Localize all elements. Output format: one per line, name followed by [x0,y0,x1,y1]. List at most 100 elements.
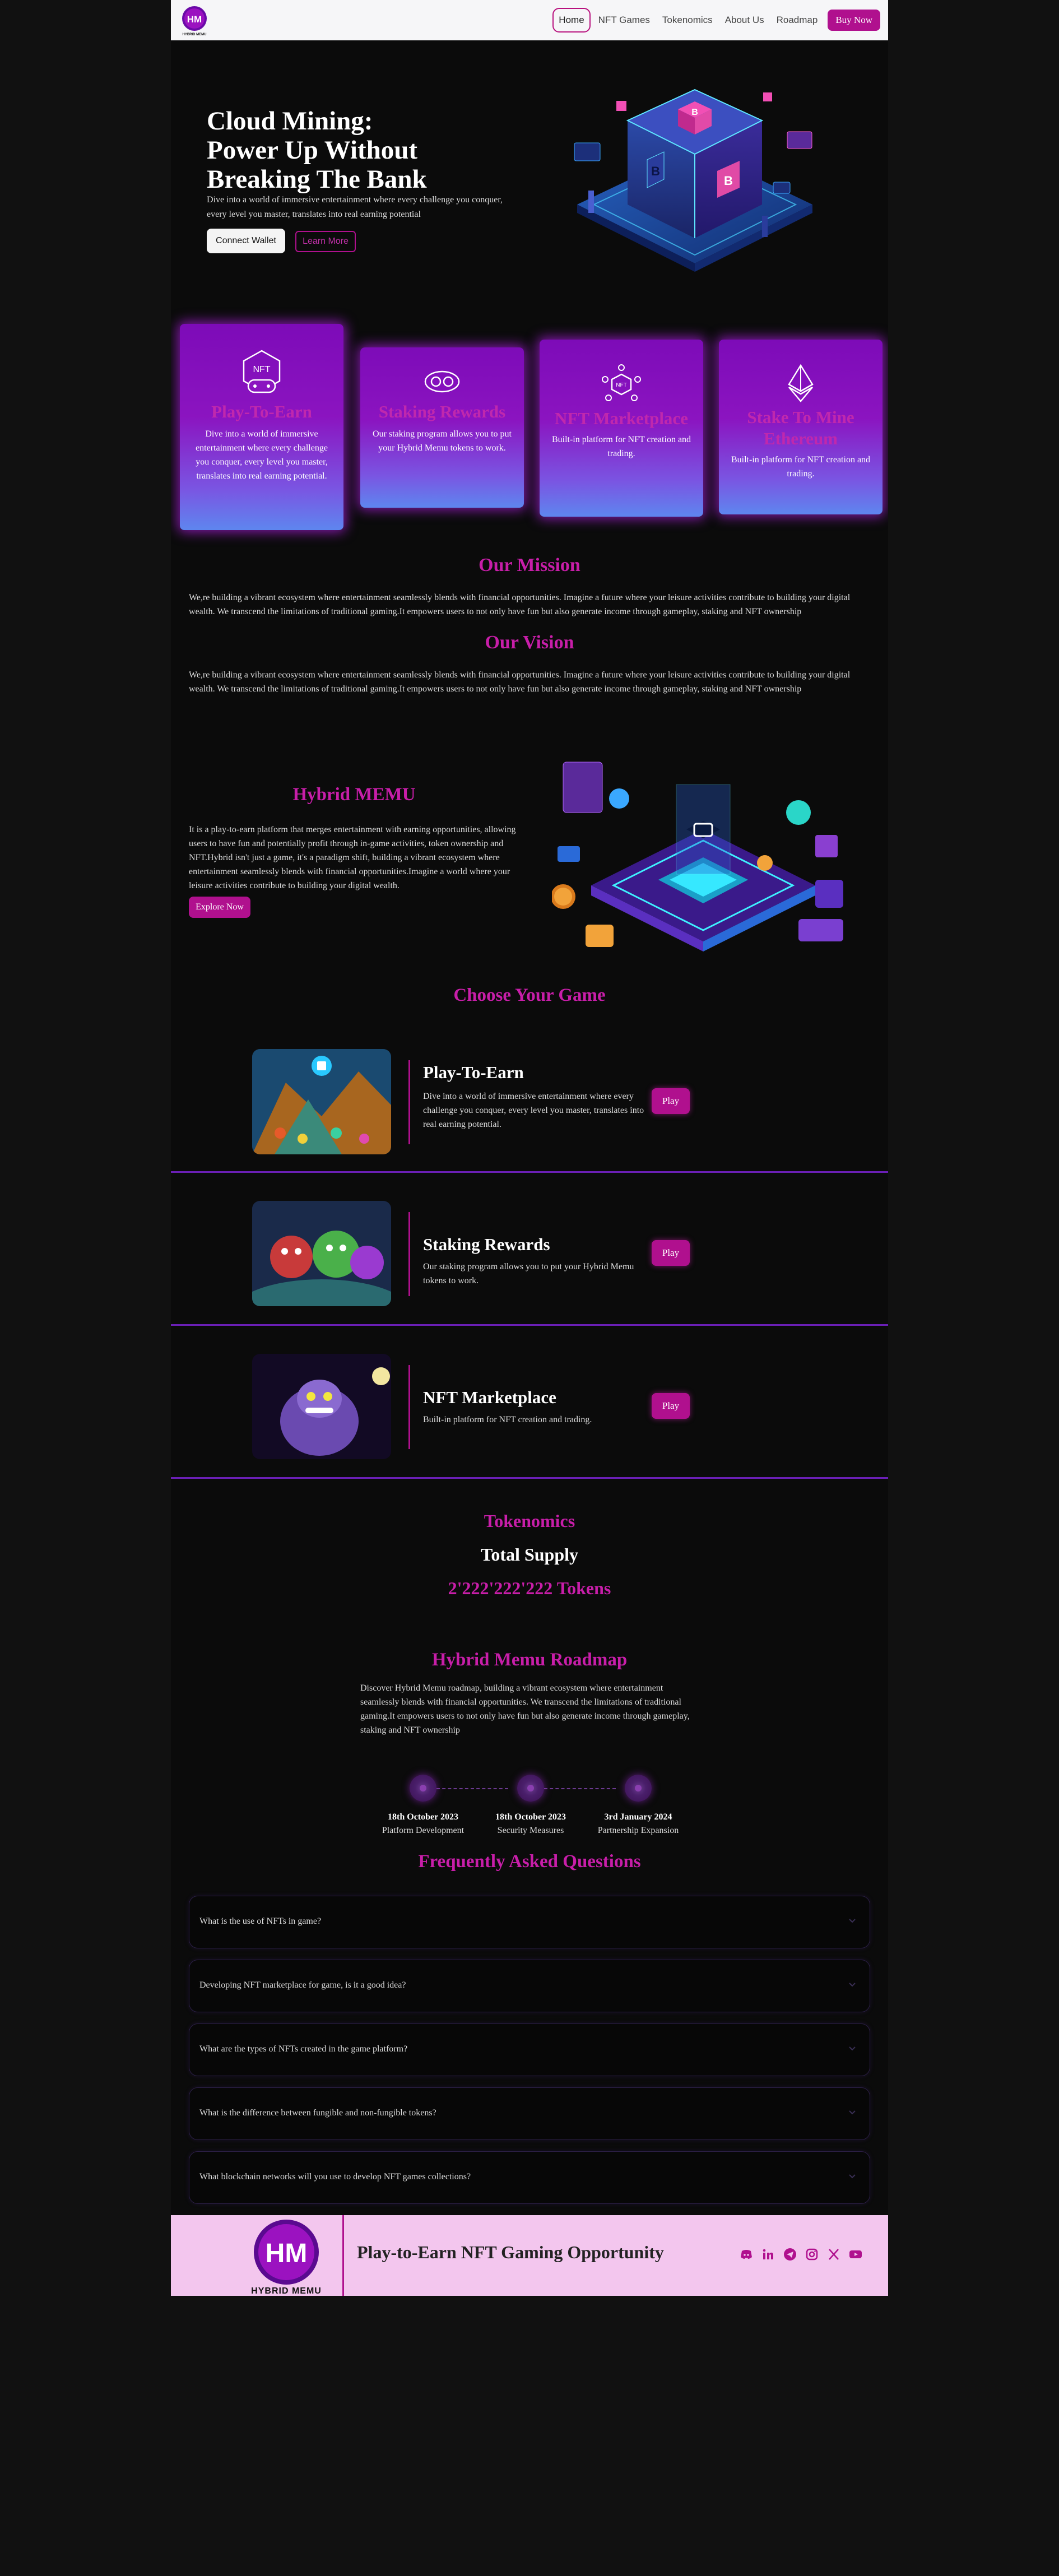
footer: HM HYBRID MEMU Play-to-Earn NFT Gaming O… [171,2215,888,2296]
game-divider [408,1212,410,1296]
chevron-down-icon [849,2046,856,2051]
faq-item[interactable]: Developing NFT marketplace for game, is … [189,1960,870,2012]
game-name: Staking Rewards [423,1234,550,1254]
hybrid-memu-footer-logo[interactable]: HM HYBRID MEMU [241,2218,331,2296]
feature-text: Built-in platform for NFT creation and t… [551,435,691,458]
faq-question: What is the difference between fungible … [199,2108,436,2118]
milestone-date: 3rd January 2024 [604,1812,672,1822]
game-divider [408,1060,410,1144]
youtube-icon[interactable] [849,2248,862,2261]
nav-tokenomics[interactable]: Tokenomics [658,9,717,31]
game-description: Built-in platform for NFT creation and t… [423,1415,592,1424]
connect-wallet-button[interactable]: Connect Wallet [207,229,285,253]
coins-eye-icon [424,370,460,393]
milestone-label: Security Measures [497,1826,564,1835]
total-supply-label: Total Supply [480,1544,579,1565]
hero-description: Dive into a world of immersive entertain… [207,195,503,219]
top-nav: HM HYBRID MEMU Home NFT Games Tokenomics… [171,0,888,40]
game-row-nft-marketplace: NFT Marketplace Built-in platform for NF… [171,1326,888,1479]
game-description: Dive into a world of immersive entertain… [423,1092,644,1129]
roadmap-connector [544,1788,616,1789]
feature-card-staking-rewards[interactable]: Staking Rewards Our staking program allo… [360,347,524,508]
chevron-down-icon [849,2174,856,2179]
roadmap-title: Hybrid Memu Roadmap [431,1650,628,1670]
play-button[interactable]: Play [652,1088,690,1114]
footer-divider [342,2215,344,2296]
hybrid-memu-text: It is a play-to-earn platform that merge… [189,825,516,890]
learn-more-button[interactable]: Learn More [295,231,356,252]
roadmap-milestone-dot [517,1775,544,1802]
x-icon[interactable] [827,2248,840,2261]
faq-title: Frequently Asked Questions [418,1851,641,1872]
hero-mining-cube-illustration: B B B [574,89,812,272]
svg-text:NFT: NFT [616,382,626,388]
nav-links: Home NFT Games Tokenomics About Us Roadm… [552,8,880,33]
svg-text:B: B [691,108,698,117]
svg-text:NFT: NFT [253,365,270,374]
feature-title: Stake To Mine Ethereum [747,407,854,448]
roadmap-milestone-dot [410,1775,436,1802]
hero-title-line: Power Up Without [207,136,418,165]
linkedin-icon[interactable] [761,2248,775,2261]
buy-now-button[interactable]: Buy Now [828,10,880,31]
social-links [740,2248,862,2261]
instagram-icon[interactable] [805,2248,819,2261]
play-button[interactable]: Play [652,1393,690,1419]
feature-title: Play-To-Earn [211,402,312,421]
hybrid-memu-logo[interactable]: HM HYBRID MEMU [180,4,209,37]
hero-title-line: Breaking The Bank [207,165,427,194]
feature-title: Staking Rewards [378,402,506,421]
nav-about-us[interactable]: About Us [721,9,769,31]
svg-text:B: B [651,164,660,178]
feature-card-nft-marketplace[interactable]: NFT NFT Marketplace Built-in platform fo… [540,340,703,517]
total-supply-value: 2'222'222'222 Tokens [448,1578,611,1598]
mission-title: Our Mission [479,555,580,575]
game-name: NFT Marketplace [423,1387,556,1407]
chevron-down-icon [849,1983,856,1987]
site-page: HM HYBRID MEMU Home NFT Games Tokenomics… [171,0,888,2296]
svg-text:HM: HM [187,14,202,25]
discord-icon[interactable] [740,2248,753,2261]
nft-marketplace-game-image [252,1354,391,1459]
hero-title-line: Cloud Mining: [207,106,373,136]
hybrid-memu-title: Hybrid MEMU [292,785,416,805]
feature-card-play-to-earn[interactable]: NFT Play-To-Earn Dive into a world of im… [180,324,343,530]
milestone-label: Partnership Expansion [597,1826,679,1835]
milestone-label: Platform Development [382,1826,465,1835]
feature-text: Our staking program allows you to put yo… [373,429,512,453]
game-description: Our staking program allows you to put yo… [423,1262,634,1285]
game-row-play-to-earn: Play-To-Earn Dive into a world of immers… [171,1020,888,1173]
feature-card-stake-to-mine-ethereum[interactable]: Stake To Mine Ethereum Built-in platform… [719,340,882,514]
nft-network-icon: NFT [602,364,641,401]
faq-question: What blockchain networks will you use to… [199,2172,471,2182]
roadmap-text: Discover Hybrid Memu roadmap, building a… [360,1683,690,1735]
chevron-down-icon [849,1919,856,1923]
footer-title: Play-to-Earn NFT Gaming Opportunity [357,2242,664,2262]
faq-question: What are the types of NFTs created in th… [199,2044,408,2054]
mission-text: We,re building a vibrant ecosystem where… [189,593,851,616]
faq-item[interactable]: What is the use of NFTs in game? [189,1896,870,1948]
play-button[interactable]: Play [652,1240,690,1266]
roadmap-connector [436,1788,508,1789]
faq-question: What is the use of NFTs in game? [199,1916,322,1926]
tokenomics-title: Tokenomics [484,1511,575,1531]
vision-title: Our Vision [485,632,574,653]
nav-roadmap[interactable]: Roadmap [772,9,823,31]
hybrid-memu-platform-illustration [552,762,843,952]
explore-now-button[interactable]: Explore Now [189,897,250,918]
svg-text:HYBRID MEMU: HYBRID MEMU [183,33,207,36]
game-name: Play-To-Earn [423,1062,524,1082]
nav-home[interactable]: Home [552,8,591,33]
faq-item[interactable]: What is the difference between fungible … [189,2087,870,2140]
play-to-earn-game-image [252,1049,391,1154]
game-divider [408,1365,410,1449]
hero-title: Cloud Mining: Power Up Without Breaking … [207,106,521,194]
faq-item[interactable]: What blockchain networks will you use to… [189,2151,870,2204]
nav-nft-games[interactable]: NFT Games [594,9,654,31]
nft-gamepad-icon: NFT [243,350,281,393]
milestone-date: 18th October 2023 [495,1812,566,1822]
faq-question: Developing NFT marketplace for game, is … [199,1980,406,1990]
milestone-date: 18th October 2023 [388,1812,458,1822]
telegram-icon[interactable] [783,2248,797,2261]
faq-item[interactable]: What are the types of NFTs created in th… [189,2023,870,2076]
